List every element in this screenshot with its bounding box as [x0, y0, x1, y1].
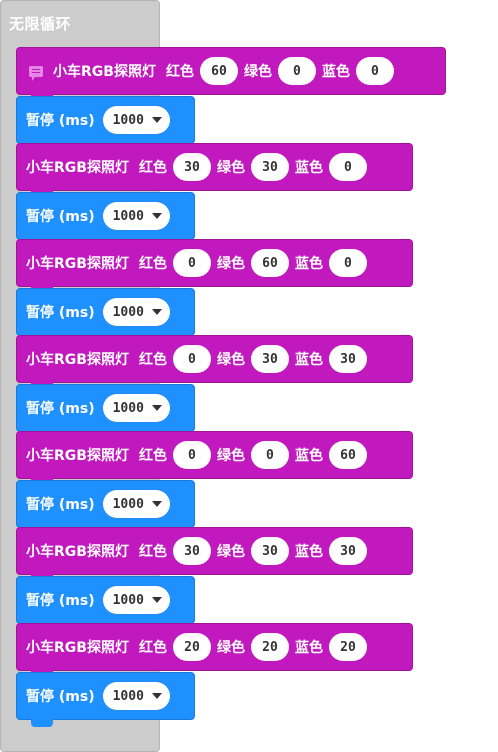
caret-down-icon	[151, 309, 162, 315]
pause-duration-dropdown[interactable]: 1000	[102, 202, 170, 230]
pause-block[interactable]: 暂停 (ms) 1000	[16, 480, 195, 535]
pause-duration-dropdown[interactable]: 1000	[102, 298, 170, 326]
blue-label: 蓝色	[294, 256, 323, 272]
red-label: 红色	[138, 256, 167, 272]
green-value-input[interactable]: 30	[250, 537, 289, 565]
red-label: 红色	[138, 544, 167, 560]
pause-label: 暂停 (ms)	[26, 689, 95, 705]
pause-block[interactable]: 暂停 (ms) 1000	[16, 96, 195, 151]
red-value-input[interactable]: 30	[172, 537, 211, 565]
pause-duration-value: 1000	[112, 400, 144, 416]
blue-label: 蓝色	[294, 640, 323, 656]
blue-label: 蓝色	[294, 448, 323, 464]
pause-duration-dropdown[interactable]: 1000	[102, 106, 170, 134]
blue-value-input[interactable]: 0	[328, 249, 367, 277]
pause-duration-dropdown[interactable]: 1000	[102, 490, 170, 518]
pause-duration-value: 1000	[112, 496, 144, 512]
caret-down-icon	[151, 693, 162, 699]
green-value-input[interactable]: 20	[250, 633, 289, 661]
blue-value-input[interactable]: 0	[355, 57, 394, 85]
red-value-input[interactable]: 20	[172, 633, 211, 661]
green-label: 绿色	[216, 448, 245, 464]
pause-label: 暂停 (ms)	[26, 497, 95, 513]
rgb-light-block[interactable]: 小车RGB探照灯 红色 60 绿色 0 蓝色 0	[16, 47, 446, 102]
green-label: 绿色	[216, 160, 245, 176]
blue-label: 蓝色	[294, 544, 323, 560]
rgb-light-label: 小车RGB探照灯	[53, 64, 156, 80]
red-label: 红色	[138, 352, 167, 368]
pause-duration-value: 1000	[112, 688, 144, 704]
red-label: 红色	[138, 640, 167, 656]
pause-duration-dropdown[interactable]: 1000	[102, 682, 170, 710]
rgb-light-label: 小车RGB探照灯	[26, 256, 129, 272]
green-label: 绿色	[216, 352, 245, 368]
rgb-light-block[interactable]: 小车RGB探照灯 红色 0 绿色 30 蓝色 30	[16, 335, 413, 390]
rgb-light-label: 小车RGB探照灯	[26, 544, 129, 560]
green-label: 绿色	[216, 256, 245, 272]
blue-value-input[interactable]: 60	[328, 441, 367, 469]
pause-duration-dropdown[interactable]: 1000	[102, 394, 170, 422]
green-label: 绿色	[216, 544, 245, 560]
pause-label: 暂停 (ms)	[26, 305, 95, 321]
blue-label: 蓝色	[294, 352, 323, 368]
pause-block[interactable]: 暂停 (ms) 1000	[16, 192, 195, 247]
caret-down-icon	[151, 213, 162, 219]
pause-duration-value: 1000	[112, 304, 144, 320]
green-value-input[interactable]: 30	[250, 345, 289, 373]
green-label: 绿色	[243, 64, 272, 80]
pause-label: 暂停 (ms)	[26, 209, 95, 225]
green-value-input[interactable]: 0	[277, 57, 316, 85]
blue-value-input[interactable]: 30	[328, 537, 367, 565]
caret-down-icon	[151, 501, 162, 507]
comment-icon[interactable]	[29, 65, 43, 81]
pause-block[interactable]: 暂停 (ms) 1000	[16, 576, 195, 631]
rgb-light-block[interactable]: 小车RGB探照灯 红色 30 绿色 30 蓝色 0	[16, 143, 413, 198]
red-value-input[interactable]: 60	[199, 57, 238, 85]
caret-down-icon	[151, 405, 162, 411]
pause-duration-value: 1000	[112, 592, 144, 608]
pause-label: 暂停 (ms)	[26, 401, 95, 417]
caret-down-icon	[151, 597, 162, 603]
blue-value-input[interactable]: 0	[328, 153, 367, 181]
green-value-input[interactable]: 30	[250, 153, 289, 181]
red-value-input[interactable]: 30	[172, 153, 211, 181]
red-label: 红色	[138, 160, 167, 176]
green-value-input[interactable]: 0	[250, 441, 289, 469]
rgb-light-block[interactable]: 小车RGB探照灯 红色 0 绿色 60 蓝色 0	[16, 239, 413, 294]
pause-duration-value: 1000	[112, 208, 144, 224]
pause-block[interactable]: 暂停 (ms) 1000	[16, 288, 195, 343]
red-label: 红色	[165, 64, 194, 80]
blue-label: 蓝色	[294, 160, 323, 176]
rgb-light-label: 小车RGB探照灯	[26, 640, 129, 656]
pause-duration-dropdown[interactable]: 1000	[102, 586, 170, 614]
blue-label: 蓝色	[321, 64, 350, 80]
pause-label: 暂停 (ms)	[26, 593, 95, 609]
rgb-light-label: 小车RGB探照灯	[26, 448, 129, 464]
red-value-input[interactable]: 0	[172, 249, 211, 277]
rgb-light-label: 小车RGB探照灯	[26, 352, 129, 368]
forever-loop-title: 无限循环	[9, 15, 72, 33]
green-label: 绿色	[216, 640, 245, 656]
red-value-input[interactable]: 0	[172, 441, 211, 469]
red-value-input[interactable]: 0	[172, 345, 211, 373]
rgb-light-block[interactable]: 小车RGB探照灯 红色 30 绿色 30 蓝色 30	[16, 527, 413, 582]
rgb-light-label: 小车RGB探照灯	[26, 160, 129, 176]
blue-value-input[interactable]: 30	[328, 345, 367, 373]
caret-down-icon	[151, 117, 162, 123]
pause-block[interactable]: 暂停 (ms) 1000	[16, 672, 195, 727]
pause-label: 暂停 (ms)	[26, 113, 95, 129]
pause-duration-value: 1000	[112, 112, 144, 128]
green-value-input[interactable]: 60	[250, 249, 289, 277]
rgb-light-block[interactable]: 小车RGB探照灯 红色 0 绿色 0 蓝色 60	[16, 431, 413, 486]
blue-value-input[interactable]: 20	[328, 633, 367, 661]
pause-block[interactable]: 暂停 (ms) 1000	[16, 384, 195, 439]
red-label: 红色	[138, 448, 167, 464]
rgb-light-block[interactable]: 小车RGB探照灯 红色 20 绿色 20 蓝色 20	[16, 623, 413, 678]
